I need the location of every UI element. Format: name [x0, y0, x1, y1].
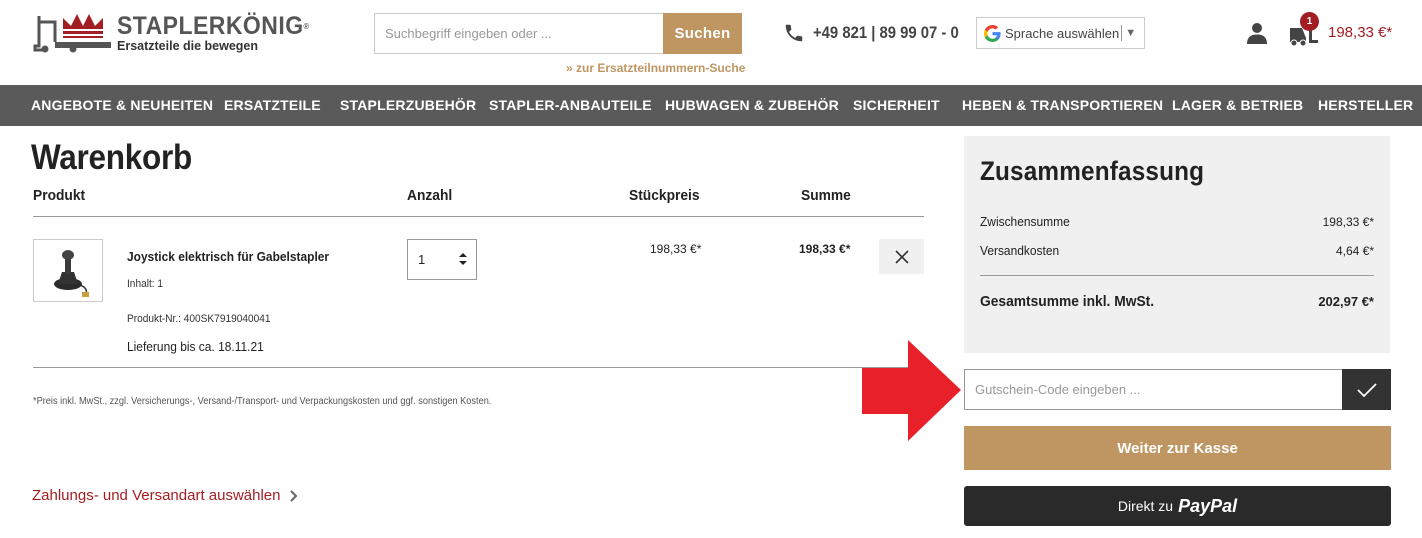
quantity-value: 1 [418, 252, 426, 267]
page-title: Warenkorb [31, 138, 192, 177]
shipping-value: 4,64 €* [1335, 244, 1374, 258]
dropdown-arrow-icon: ▼ [1125, 27, 1137, 39]
price-footnote: *Preis inkl. MwSt., zzgl. Versicherungs-… [33, 396, 492, 407]
logo[interactable]: STAPLERKÖNIG® Ersatzteile die bewegen [33, 12, 338, 54]
column-header-unit-price: Stückpreis [629, 187, 700, 204]
nav-item-hubwagen[interactable]: HUBWAGEN & ZUBEHÖR [665, 85, 839, 126]
user-account-icon[interactable] [1246, 22, 1268, 44]
order-summary: Zusammenfassung Zwischensumme 198,33 €* … [964, 136, 1390, 353]
checkmark-icon [1356, 382, 1377, 397]
checkout-button[interactable]: Weiter zur Kasse [964, 426, 1391, 470]
search-button[interactable]: Suchen [663, 13, 742, 54]
part-number-search-link[interactable]: » zur Ersatzteilnummern-Suche [566, 61, 745, 75]
table-header-divider [33, 216, 924, 217]
nav-item-ersatzteile[interactable]: ERSATZTEILE [224, 85, 321, 126]
total-value: 202,97 €* [1318, 294, 1374, 309]
nav-item-staplerzubehoer[interactable]: STAPLERZUBEHÖR [340, 85, 476, 126]
total-label: Gesamtsumme inkl. MwSt. [980, 293, 1155, 310]
paypal-prefix: Direkt zu [1117, 498, 1174, 514]
paypal-logo: PayPal [1178, 495, 1238, 516]
phone-icon [785, 24, 803, 42]
column-header-product: Produkt [33, 187, 86, 204]
cart-total[interactable]: 198,33 €* [1328, 24, 1392, 41]
subtotal-label: Zwischensumme [980, 214, 1070, 229]
table-bottom-divider [33, 367, 924, 368]
item-sum: 198,33 €* [799, 242, 851, 256]
product-delivery-date: Lieferung bis ca. 18.11.21 [127, 339, 264, 354]
nav-item-heben-transportieren[interactable]: HEBEN & TRANSPORTIEREN [962, 85, 1163, 126]
joystick-product-image [54, 250, 89, 297]
language-divider [1121, 25, 1123, 41]
payment-shipping-label: Zahlungs- und Versandart auswählen [32, 487, 281, 504]
item-unit-price: 198,33 €* [650, 242, 702, 256]
summary-title: Zusammenfassung [980, 156, 1205, 186]
nav-item-angebote[interactable]: ANGEBOTE & NEUHEITEN [31, 85, 213, 126]
nav-item-hersteller[interactable]: HERSTELLER [1318, 85, 1413, 126]
brand-claim: Ersatzteile die bewegen [117, 38, 259, 53]
column-header-quantity: Anzahl [407, 187, 453, 204]
remove-item-button[interactable] [879, 239, 924, 274]
search-bar: Suchen [374, 13, 742, 54]
quantity-select[interactable]: 1 [407, 239, 477, 280]
close-icon [894, 249, 909, 264]
chevron-right-icon [289, 489, 297, 502]
voucher-code-input[interactable] [964, 369, 1342, 410]
shipping-label: Versandkosten [980, 243, 1060, 258]
summary-divider [980, 275, 1374, 276]
product-sku: Produkt-Nr.: 400SK7919040041 [127, 313, 271, 325]
language-label: Sprache auswählen [1005, 25, 1120, 41]
subtotal-value: 198,33 €* [1322, 215, 1374, 229]
nav-item-sicherheit[interactable]: SICHERHEIT [853, 85, 940, 126]
language-selector[interactable]: Sprache auswählen ▼ [976, 17, 1145, 49]
product-name[interactable]: Joystick elektrisch für Gabelstapler [127, 249, 329, 264]
nav-item-lager-betrieb[interactable]: LAGER & BETRIEB [1172, 85, 1303, 126]
nav-item-stapler-anbauteile[interactable]: STAPLER-ANBAUTEILE [489, 85, 652, 126]
phone-contact[interactable]: +49 821 | 89 99 07 - 0 [783, 22, 975, 44]
voucher-submit-button[interactable] [1342, 369, 1391, 410]
google-g-icon [984, 24, 1001, 42]
paypal-express-button[interactable]: Direkt zu PayPal [964, 486, 1391, 526]
voucher-form [964, 369, 1391, 410]
site-header: STAPLERKÖNIG® Ersatzteile die bewegen Su… [0, 0, 1422, 85]
payment-shipping-link[interactable]: Zahlungs- und Versandart auswählen [32, 487, 299, 504]
forklift-crown-logo-icon [33, 14, 111, 53]
brand-name: STAPLERKÖNIG® [117, 11, 310, 40]
red-arrow-annotation-icon [862, 340, 961, 441]
product-image[interactable] [33, 239, 103, 302]
column-header-sum: Summe [801, 187, 851, 204]
cart-count-badge: 1 [1300, 12, 1319, 31]
search-input[interactable] [374, 13, 663, 54]
main-navigation: ANGEBOTE & NEUHEITEN ERSATZTEILE STAPLER… [0, 85, 1422, 126]
product-content: Inhalt: 1 [127, 278, 164, 290]
phone-number: +49 821 | 89 99 07 - 0 [813, 23, 959, 42]
select-updown-icon [459, 253, 467, 265]
